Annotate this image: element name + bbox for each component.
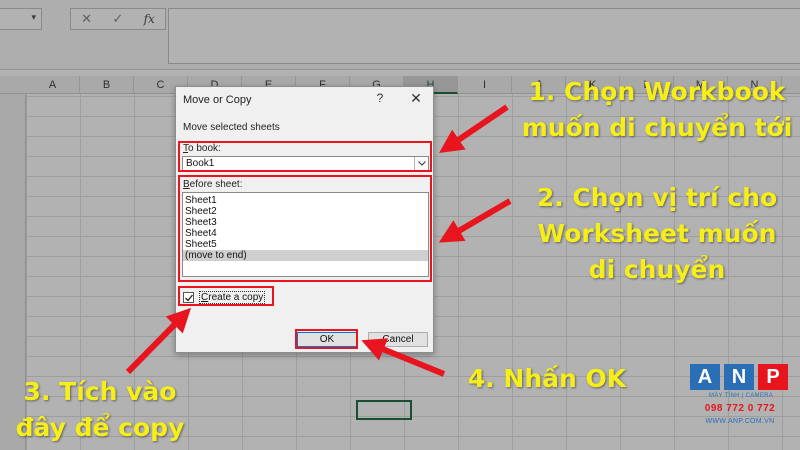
logo-website: WWW.ANP.COM.VN <box>705 418 775 425</box>
annotation-step4: 4. Nhấn OK <box>467 364 627 393</box>
anp-logo: A N P MÁY TÍNH | CAMERA 098 772 0 772 WW… <box>684 356 796 442</box>
annotation-step1: 1. Chọn Workbook muốn di chuyển tới <box>517 74 797 146</box>
logo-letters: A N P <box>690 364 788 390</box>
annotation-step2-line3: di chuyển <box>588 255 726 284</box>
annotation-step3-line1: 3. Tích vào <box>23 377 177 406</box>
arrow-step1 <box>439 104 509 154</box>
logo-tagline: MÁY TÍNH | CAMERA <box>708 393 774 399</box>
annotation-step2: 2. Chọn vị trí cho Worksheet muốn di chu… <box>517 180 797 288</box>
arrow-step4 <box>361 338 446 377</box>
annotation-step3: 3. Tích vào đây để copy <box>0 374 200 446</box>
arrow-step2 <box>438 198 512 243</box>
annotation-step2-line1: 2. Chọn vị trí cho <box>536 183 778 212</box>
annotation-step2-line2: Worksheet muốn <box>537 219 777 248</box>
logo-letter-a: A <box>690 364 720 390</box>
logo-letter-p: P <box>758 364 788 390</box>
logo-letter-n: N <box>724 364 754 390</box>
annotation-step1-line2: muốn di chuyển tới <box>521 113 793 142</box>
annotation-step1-line1: 1. Chọn Workbook <box>528 77 786 106</box>
logo-phone: 098 772 0 772 <box>704 403 776 414</box>
arrow-step3 <box>125 307 192 375</box>
annotation-step3-line2: đây để copy <box>15 413 185 442</box>
